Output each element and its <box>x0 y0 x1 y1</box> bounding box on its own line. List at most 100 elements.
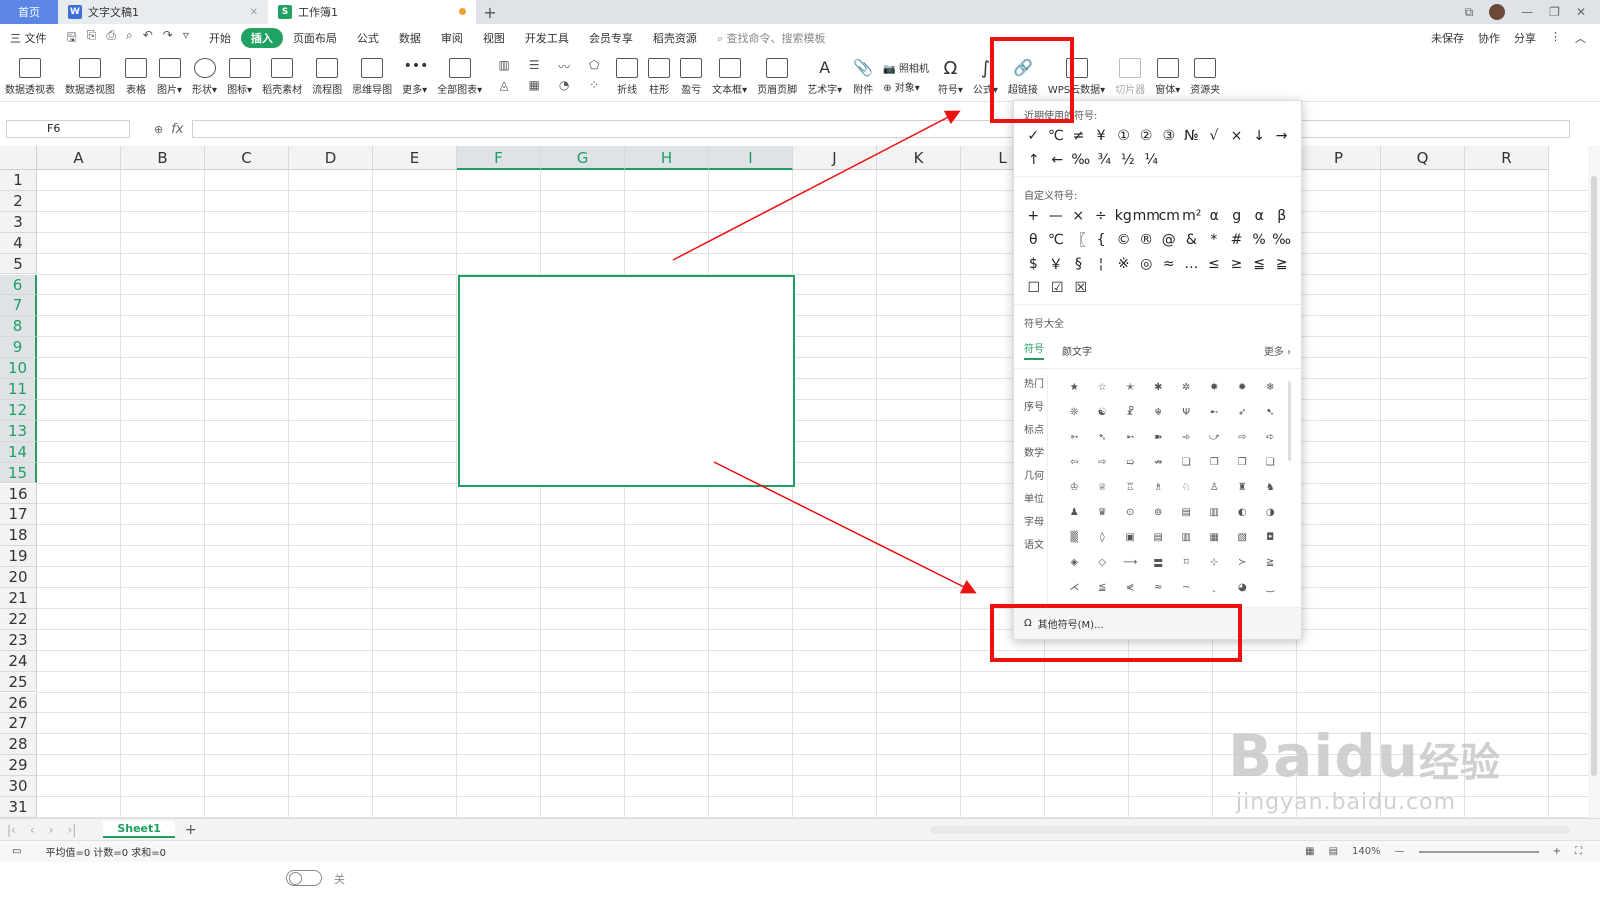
menu-review[interactable]: 审阅 <box>431 30 473 46</box>
symbol-library-cell[interactable]: ≦ <box>1088 575 1116 600</box>
symbol-library-cell[interactable]: ◇ <box>1088 550 1116 575</box>
menu-page-layout[interactable]: 页面布局 <box>283 30 347 46</box>
symbol-cell[interactable]: # <box>1225 228 1248 252</box>
symbol-library-cell[interactable]: ☯ <box>1088 400 1116 425</box>
symbol-library-cell[interactable]: ▤ <box>1144 525 1172 550</box>
pivot-chart-button[interactable]: 数据透视图 <box>60 52 120 102</box>
zoom-slider[interactable] <box>1418 850 1539 853</box>
column-header-r[interactable]: R <box>1465 146 1549 170</box>
pivot-table-button[interactable]: 数据透视表 <box>0 52 60 102</box>
symbol-cell[interactable]: ☐ <box>1022 276 1046 300</box>
symbol-library-cell[interactable]: ★ <box>1060 375 1088 400</box>
menu-view[interactable]: 视图 <box>473 30 515 46</box>
symbol-library-cell[interactable]: ⌑ <box>1172 550 1200 575</box>
sparkline-line-button[interactable]: 折线 <box>611 52 643 102</box>
column-header-p[interactable]: P <box>1297 146 1381 170</box>
symbol-library-cell[interactable]: ▦ <box>1200 525 1228 550</box>
resource-folder-button[interactable]: 资源夹 <box>1185 52 1225 102</box>
symbol-cell[interactable]: α <box>1248 204 1271 228</box>
vertical-scrollbar[interactable] <box>1588 146 1600 818</box>
column-header-f[interactable]: F <box>457 146 541 170</box>
status-icon[interactable]: ▭ <box>12 846 21 857</box>
selected-range[interactable] <box>458 275 795 487</box>
zoom-out-icon[interactable]: — <box>1395 846 1405 857</box>
symbol-cell[interactable]: ≧ <box>1270 252 1293 276</box>
symbol-library-cell[interactable]: ▥ <box>1200 500 1228 525</box>
row-header-1[interactable]: 1 <box>0 170 37 191</box>
symbol-cell[interactable]: ¼ <box>1140 148 1164 172</box>
close-icon[interactable]: ✕ <box>250 7 258 18</box>
symbol-library-cell[interactable]: ⤻ <box>1200 425 1228 450</box>
symbol-cell[interactable]: × <box>1067 204 1090 228</box>
symbol-cell[interactable]: ￥ <box>1045 252 1068 276</box>
redo-icon[interactable]: ↷ <box>163 28 173 49</box>
symbol-cell[interactable]: ✓ <box>1022 124 1045 148</box>
symbol-cell[interactable]: ☒ <box>1069 276 1093 300</box>
symbol-cell[interactable]: ℃ <box>1045 228 1068 252</box>
symbol-cell[interactable]: — <box>1045 204 1068 228</box>
column-header-b[interactable]: B <box>121 146 205 170</box>
symbol-library-cell[interactable]: ◐ <box>1228 500 1256 525</box>
symbol-cell[interactable]: mm <box>1133 204 1160 228</box>
pie-chart-icon[interactable]: ◔ <box>553 78 575 94</box>
symbol-library-cell[interactable]: ☆ <box>1088 375 1116 400</box>
fx-icon[interactable]: fx <box>171 122 183 137</box>
symbol-cell[interactable]: g <box>1226 204 1249 228</box>
column-header-g[interactable]: G <box>541 146 625 170</box>
unsaved-button[interactable]: 未保存 <box>1431 30 1464 46</box>
row-header-3[interactable]: 3 <box>0 211 37 233</box>
row-header-12[interactable]: 12 <box>0 399 37 421</box>
symbol-cell[interactable]: © <box>1112 228 1135 252</box>
column-header-h[interactable]: H <box>625 146 709 170</box>
symbol-library-cell[interactable]: ♙ <box>1200 475 1228 500</box>
symbol-category-item[interactable]: 数学 <box>1024 444 1047 464</box>
symbol-cell[interactable]: ↑ <box>1022 148 1046 172</box>
symbol-library-cell[interactable]: ✱ <box>1144 375 1172 400</box>
line-chart-icon[interactable]: 〰 <box>553 58 575 74</box>
symbol-cell[interactable]: … <box>1180 252 1203 276</box>
symbol-cell[interactable]: ← <box>1046 148 1070 172</box>
symbol-library-cell[interactable]: ➯ <box>1116 450 1144 475</box>
column-header-d[interactable]: D <box>289 146 373 170</box>
row-header-18[interactable]: 18 <box>0 525 37 547</box>
avatar[interactable] <box>1489 4 1506 20</box>
symbol-category-item[interactable]: 语文 <box>1024 536 1047 556</box>
symbol-button[interactable]: Ω 符号▾ <box>933 52 968 102</box>
symbol-library-cell[interactable]: ⟶ <box>1116 550 1144 575</box>
symbol-cell[interactable]: ≈ <box>1157 252 1180 276</box>
symbol-cell[interactable]: $ <box>1022 252 1045 276</box>
row-header-24[interactable]: 24 <box>0 650 37 672</box>
symbol-library-cell[interactable]: ‿ <box>1256 575 1284 600</box>
tab-kaomoji[interactable]: 颜文字 <box>1062 343 1092 358</box>
row-header-25[interactable]: 25 <box>0 671 37 693</box>
zoom-level[interactable]: 140% <box>1352 846 1381 857</box>
symbol-cell[interactable]: ③ <box>1157 124 1180 148</box>
symbol-cell[interactable]: + <box>1022 204 1045 228</box>
menu-formula[interactable]: 公式 <box>347 30 389 46</box>
last-sheet-icon[interactable]: ›| <box>60 823 83 837</box>
symbol-library-cell[interactable]: ◈ <box>1060 550 1088 575</box>
menu-start[interactable]: 开始 <box>199 30 241 46</box>
tab-workbook[interactable]: S 工作簿1 <box>268 0 476 24</box>
symbol-library-cell[interactable]: ♟ <box>1060 500 1088 525</box>
symbol-library-cell[interactable]: ❒ <box>1228 450 1256 475</box>
symbol-library-cell[interactable]: ➽ <box>1144 425 1172 450</box>
more-icon[interactable]: ⋮ <box>1550 30 1561 46</box>
shape-button[interactable]: 形状▾ <box>187 52 222 102</box>
row-header-5[interactable]: 5 <box>0 253 37 275</box>
symbol-library-cell[interactable]: ▤ <box>1172 500 1200 525</box>
symbol-cell[interactable]: ½ <box>1116 148 1140 172</box>
symbol-library-cell[interactable]: ♗ <box>1144 475 1172 500</box>
row-header-7[interactable]: 7 <box>0 295 37 317</box>
symbol-library-cell[interactable]: ❄ <box>1256 375 1284 400</box>
menu-resources[interactable]: 稻壳资源 <box>643 30 707 46</box>
symbol-library-cell[interactable]: ⇨ <box>1228 425 1256 450</box>
collapse-icon[interactable]: ︿ <box>1575 30 1586 46</box>
column-chart-icon[interactable]: ▦ <box>523 78 545 94</box>
symbol-category-item[interactable]: 字母 <box>1024 513 1047 533</box>
symbol-library-cell[interactable]: ▥ <box>1172 525 1200 550</box>
symbol-library-cell[interactable]: ⇦ <box>1060 450 1088 475</box>
symbol-cell[interactable]: → <box>1270 124 1293 148</box>
command-search[interactable]: ⌕ 查找命令、搜索模板 <box>707 30 826 46</box>
column-header-e[interactable]: E <box>373 146 457 170</box>
